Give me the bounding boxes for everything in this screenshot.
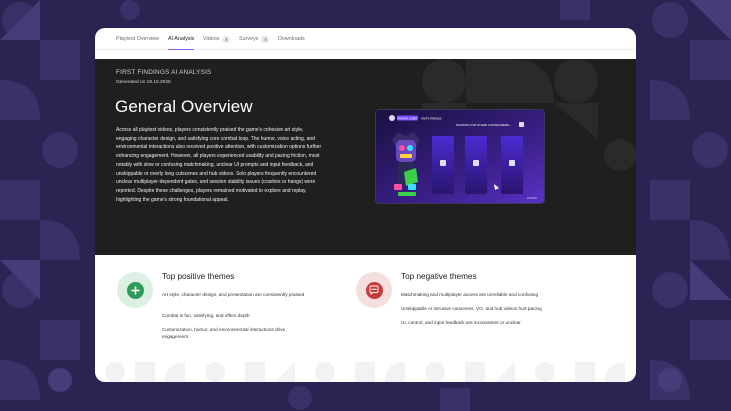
plus-icon	[126, 281, 144, 299]
positive-theme-item: Art style, character design, and present…	[162, 292, 305, 297]
negative-theme-item: Unskippable or intrusive cutscenes, VO, …	[401, 306, 542, 311]
overview-summary: Across all playtest videos, players cons…	[116, 127, 322, 203]
count-badge: 4	[261, 35, 270, 43]
video-thumbnail[interactable]: PRIVATE LOBBY INVITE FRIENDS WAITING FOR…	[375, 109, 545, 204]
controller-icon	[440, 160, 446, 166]
themes-section: Top positive themes Art style, character…	[95, 255, 636, 382]
tab-label: Videos	[203, 36, 220, 42]
controller-icon	[519, 122, 524, 127]
playtest-card: Playtest Overview AI Analysis Videos 4 S…	[95, 28, 636, 382]
negative-theme-item: UI, control, and input feedback are inco…	[401, 320, 521, 325]
positive-theme-item: Customization, humor, and environmental …	[162, 327, 286, 339]
tab-label: Surveys	[239, 36, 259, 42]
tab-label: Downloads	[278, 36, 305, 42]
tab-bar: Playtest Overview AI Analysis Videos 4 S…	[95, 28, 636, 50]
positive-theme-item: Combat is fun, satisfying, and offers de…	[162, 313, 250, 318]
page-title: General Overview	[115, 97, 253, 116]
controller-icon	[473, 160, 479, 166]
section-eyebrow: FIRST FINDINGS AI ANALYSIS	[116, 69, 212, 76]
bottom-decoration	[105, 362, 625, 382]
lobby-tag: INVITE FRIENDS	[421, 116, 442, 120]
watermark: ROOMS	[527, 196, 537, 200]
tab-label: Playtest Overview	[116, 36, 160, 42]
tab-ai-analysis[interactable]: AI Analysis	[168, 36, 195, 50]
tab-surveys[interactable]: Surveys 4	[239, 35, 270, 50]
tab-downloads[interactable]: Downloads	[278, 36, 305, 50]
tab-label: AI Analysis	[168, 36, 195, 42]
controller-icon	[509, 160, 515, 166]
positive-theme-icon-wrap	[117, 272, 153, 308]
negative-theme-icon-wrap	[356, 272, 392, 308]
negative-themes-title: Top negative themes	[401, 272, 477, 281]
negative-theme-item: Matchmaking and multiplayer access are u…	[401, 292, 539, 297]
lobby-tag: PRIVATE LOBBY	[397, 116, 417, 120]
overview-hero: FIRST FINDINGS AI ANALYSIS Generated on …	[95, 59, 636, 255]
tab-playtest-overview[interactable]: Playtest Overview	[116, 36, 159, 50]
lobby-status: WAITING FOR OTHER CONTENDERS...	[456, 123, 512, 127]
count-badge: 4	[222, 35, 231, 43]
avatar-icon	[389, 115, 395, 121]
tab-videos[interactable]: Videos 4	[203, 35, 231, 50]
positive-themes-title: Top positive themes	[162, 272, 235, 281]
minus-comment-icon	[365, 281, 383, 299]
game-lobby-screenshot: PRIVATE LOBBY INVITE FRIENDS WAITING FOR…	[376, 110, 544, 203]
generated-date: Generated on 18.10.2025	[116, 80, 171, 85]
